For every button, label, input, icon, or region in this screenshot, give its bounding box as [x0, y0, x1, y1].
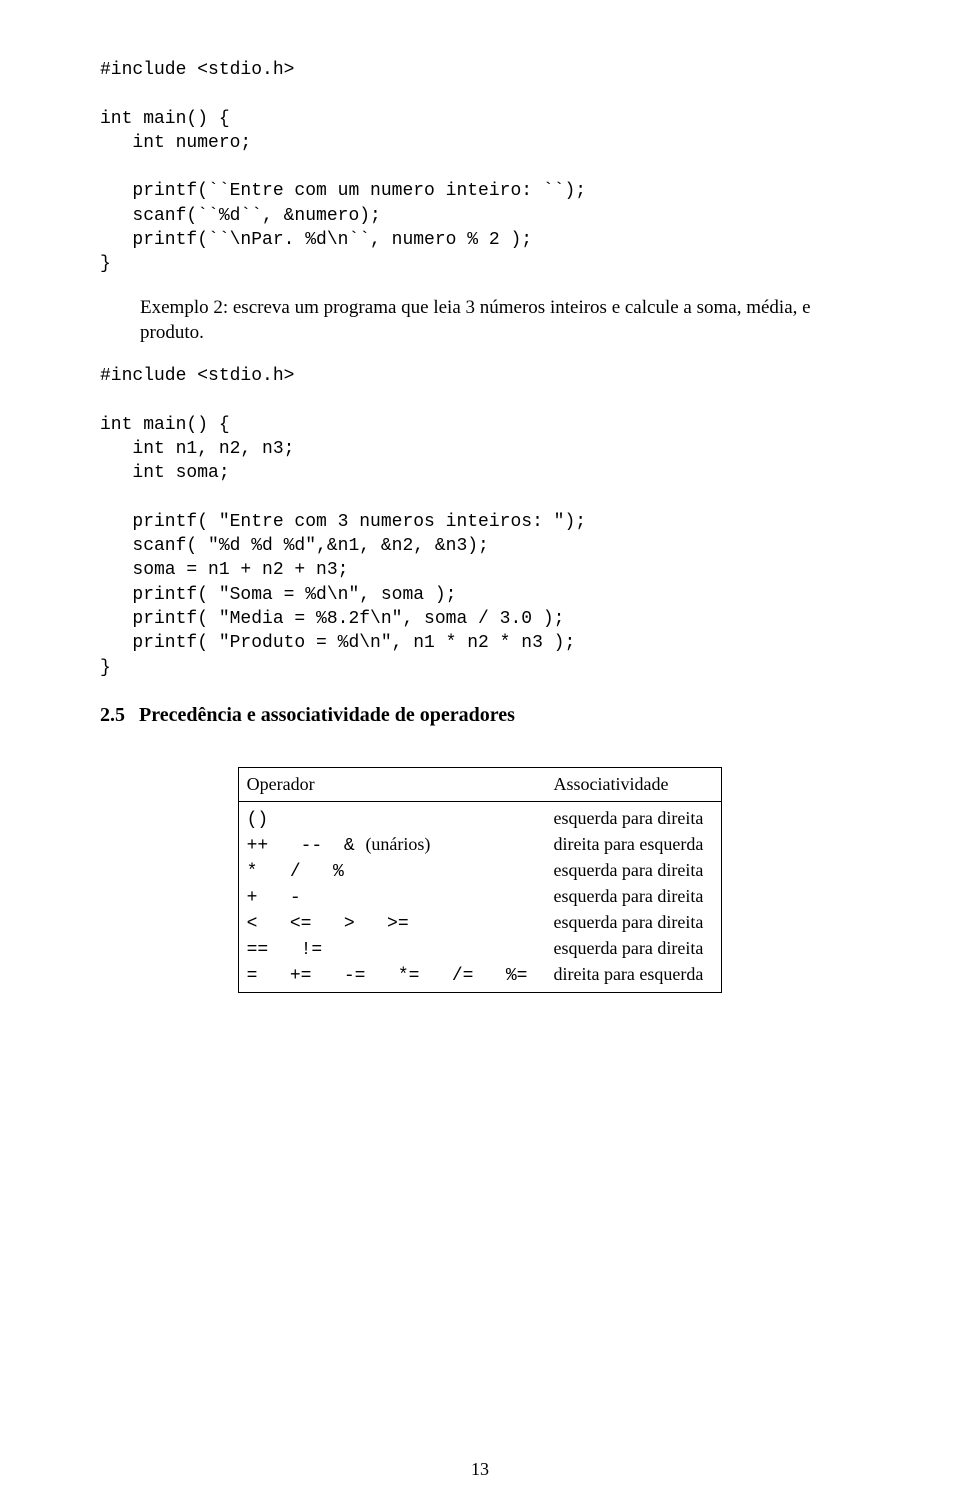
operator-cell: == !=	[238, 936, 545, 962]
assoc-cell: direita para esquerda	[545, 832, 721, 858]
assoc-cell: esquerda para direita	[545, 858, 721, 884]
operator-cell: + -	[238, 884, 545, 910]
table-row: == != esquerda para direita	[238, 936, 722, 962]
table-row: () esquerda para direita	[238, 801, 722, 832]
assoc-cell: esquerda para direita	[545, 884, 721, 910]
page-container: #include <stdio.h> int main() { int nume…	[0, 0, 960, 1510]
assoc-cell: esquerda para direita	[545, 936, 721, 962]
operator-cell: < <= > >=	[238, 910, 545, 936]
operator-cell: ++ -- & (unários)	[238, 832, 545, 858]
assoc-cell: esquerda para direita	[545, 910, 721, 936]
table-row: < <= > >= esquerda para direita	[238, 910, 722, 936]
page-number: 13	[0, 1459, 960, 1480]
header-operator: Operador	[238, 767, 545, 801]
assoc-cell: direita para esquerda	[545, 962, 721, 993]
table-row: + - esquerda para direita	[238, 884, 722, 910]
section-heading: 2.5 Precedência e associatividade de oper…	[100, 704, 860, 727]
operator-cell: * / %	[238, 858, 545, 884]
code-block-2: #include <stdio.h> int main() { int n1, …	[100, 364, 860, 680]
assoc-cell: esquerda para direita	[545, 801, 721, 832]
example2-paragraph: Exemplo 2: escreva um programa que leia …	[140, 295, 860, 346]
table-row: = += -= *= /= %= direita para esquerda	[238, 962, 722, 993]
operator-table: Operador Associatividade () esquerda par…	[238, 767, 723, 993]
table-header-row: Operador Associatividade	[238, 767, 722, 801]
section-number: 2.5	[100, 704, 125, 726]
operator-table-wrap: Operador Associatividade () esquerda par…	[100, 767, 860, 993]
section-title: Precedência e associatividade de operado…	[139, 704, 515, 726]
operator-cell: = += -= *= /= %=	[238, 962, 545, 993]
operator-cell: ()	[238, 801, 545, 832]
table-row: ++ -- & (unários) direita para esquerda	[238, 832, 722, 858]
header-assoc: Associatividade	[545, 767, 721, 801]
table-row: * / % esquerda para direita	[238, 858, 722, 884]
code-block-1: #include <stdio.h> int main() { int nume…	[100, 58, 860, 277]
